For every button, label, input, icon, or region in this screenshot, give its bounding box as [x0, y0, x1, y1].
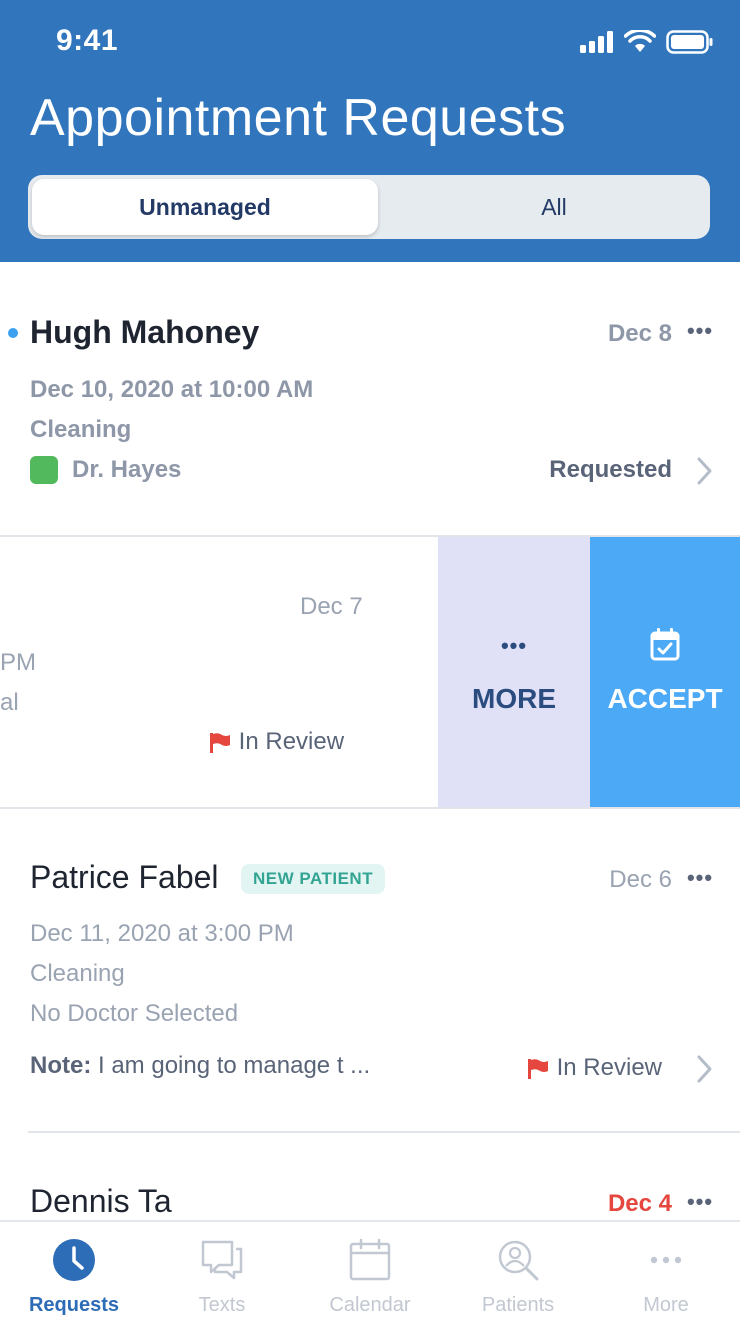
- appointment-type-fragment: al: [0, 689, 19, 716]
- unread-indicator: [8, 328, 18, 338]
- doctor-name: Dr. Hayes: [72, 456, 182, 483]
- appointment-type: Cleaning: [30, 416, 132, 443]
- request-date: Dec 7: [300, 593, 363, 620]
- calendar-icon: [349, 1238, 391, 1281]
- flag-icon: [527, 1058, 548, 1079]
- more-options-icon[interactable]: •••: [680, 1189, 720, 1215]
- tab-label: Calendar: [329, 1294, 411, 1316]
- tab-label: Patients: [481, 1294, 555, 1316]
- battery-icon: [666, 30, 713, 54]
- header: 9:41 Appointment Requests Unmanaged All: [0, 0, 740, 262]
- calendar-check-icon: [650, 628, 680, 661]
- more-options-icon[interactable]: •••: [680, 318, 720, 344]
- chevron-right-icon[interactable]: [694, 1054, 714, 1084]
- appointment-type: Cleaning: [30, 960, 125, 987]
- request-date: Dec 6: [609, 866, 672, 893]
- tab-calendar[interactable]: Calendar: [296, 1222, 444, 1332]
- chat-bubble-icon: [201, 1240, 243, 1280]
- page-title: Appointment Requests: [30, 89, 567, 147]
- appointment-datetime: Dec 10, 2020 at 10:00 AM: [30, 376, 314, 403]
- request-card-swiped[interactable]: Dec 7 PM al In Review ••• MORE ACCEPT: [0, 537, 740, 809]
- review-status-label: In Review: [238, 728, 345, 755]
- request-card[interactable]: Patrice Fabel NEW PATIENT Dec 6 ••• Dec …: [0, 809, 740, 1131]
- patient-name: Dennis Ta: [30, 1183, 172, 1219]
- tab-texts[interactable]: Texts: [148, 1222, 296, 1332]
- review-status: In Review: [526, 1054, 662, 1082]
- patient-name: Patrice Fabel: [30, 859, 219, 895]
- tab-bar: Requests Texts Calendar Patients More: [0, 1220, 740, 1332]
- doctor-name: No Doctor Selected: [30, 1000, 239, 1027]
- tab-more[interactable]: More: [592, 1222, 740, 1332]
- tab-requests[interactable]: Requests: [0, 1222, 148, 1332]
- note-label: Note:: [30, 1052, 92, 1079]
- flag-icon: [210, 732, 230, 753]
- appointment-datetime-fragment: PM: [0, 649, 36, 676]
- accept-swipe-action[interactable]: ACCEPT: [590, 537, 740, 807]
- tab-label: Texts: [198, 1294, 246, 1316]
- segment-all[interactable]: All: [398, 179, 710, 235]
- doctor-color-swatch: [30, 456, 58, 484]
- review-status: In Review: [208, 728, 344, 756]
- segment-unmanaged[interactable]: Unmanaged: [32, 179, 378, 235]
- more-dots-icon: •••: [500, 633, 528, 658]
- patient-search-icon: [498, 1240, 539, 1281]
- status-icons: [580, 30, 714, 54]
- tab-label: More: [643, 1294, 689, 1316]
- filter-segmented-control: Unmanaged All: [28, 175, 710, 239]
- request-card[interactable]: Dennis Ta Dec 4 •••: [0, 1133, 740, 1220]
- accept-action-label: ACCEPT: [607, 683, 723, 714]
- more-action-label: MORE: [472, 683, 556, 714]
- new-patient-badge: NEW PATIENT: [241, 864, 386, 894]
- clock-icon: [53, 1239, 95, 1281]
- request-card[interactable]: Hugh Mahoney Dec 8 ••• Dec 10, 2020 at 1…: [0, 262, 740, 537]
- request-date: Dec 8: [607, 320, 672, 347]
- status-time: 9:41: [56, 24, 119, 57]
- review-status-label: In Review: [556, 1054, 662, 1081]
- more-dots-icon: [650, 1256, 682, 1264]
- tab-patients[interactable]: Patients: [444, 1222, 592, 1332]
- appointment-datetime: Dec 11, 2020 at 3:00 PM: [30, 920, 294, 947]
- request-status: Requested: [549, 456, 672, 483]
- more-options-icon[interactable]: •••: [680, 865, 720, 891]
- more-swipe-action[interactable]: ••• MORE: [438, 537, 590, 807]
- wifi-icon: [624, 30, 656, 52]
- chevron-right-icon[interactable]: [694, 456, 714, 486]
- signal-icon: [580, 31, 613, 53]
- patient-name: Hugh Mahoney: [30, 314, 260, 350]
- note-text: I am going to manage t ...: [91, 1052, 371, 1079]
- request-date-overdue: Dec 4: [607, 1190, 672, 1217]
- tab-label: Requests: [28, 1294, 120, 1316]
- request-note: Note: I am going to manage t ...: [30, 1052, 370, 1080]
